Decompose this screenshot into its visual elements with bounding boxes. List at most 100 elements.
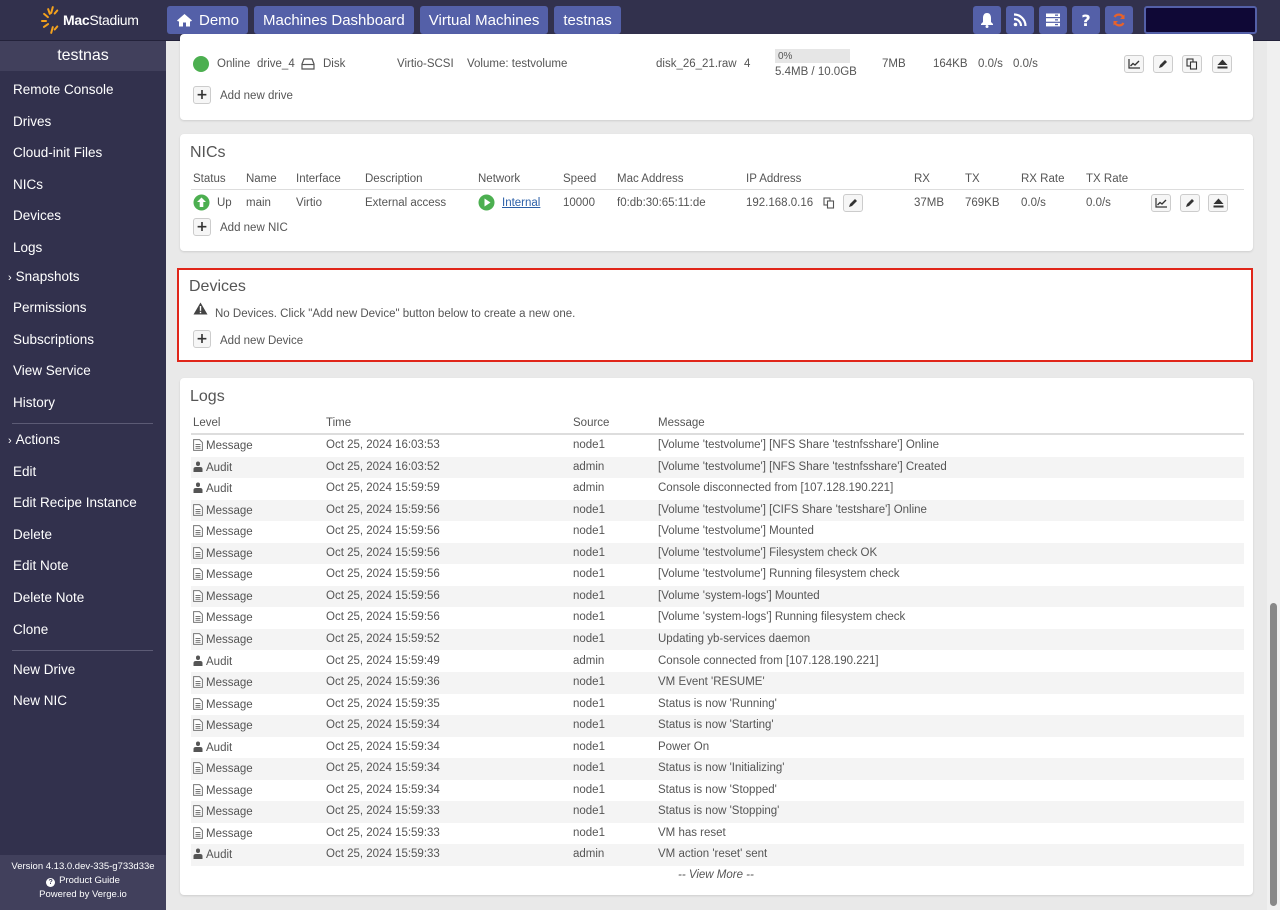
logo-sun-icon [41, 5, 62, 35]
nic-col-interface[interactable]: Interface [296, 173, 341, 185]
drive-write-rate: 0.0/s [1013, 58, 1038, 70]
nic-col-mac[interactable]: Mac Address [617, 173, 683, 185]
nic-interface: Virtio [296, 197, 322, 209]
macstadium-logo[interactable]: MacStadium [41, 5, 139, 35]
log-level-label: Message [206, 504, 253, 517]
log-message: [Volume 'testvolume'] [CIFS Share 'tests… [658, 503, 927, 516]
breadcrumb-machines-dashboard[interactable]: Machines Dashboard [254, 6, 414, 34]
log-source: node1 [573, 676, 605, 689]
log-message: [Volume 'testvolume'] [NFS Share 'testnf… [658, 439, 940, 451]
nic-col-tx-rate[interactable]: TX Rate [1086, 173, 1128, 185]
sidebar-action-edit-note[interactable]: Edit Note [13, 558, 69, 573]
nic-ip-edit-button[interactable] [843, 194, 863, 212]
drive-eject-button[interactable] [1212, 55, 1232, 73]
add-device-label[interactable]: Add new Device [220, 335, 303, 347]
sidebar-item-subscriptions[interactable]: Subscriptions [13, 332, 94, 347]
drive-clone-button[interactable] [1182, 55, 1202, 73]
refresh-button[interactable] [1105, 6, 1133, 34]
nic-col-tx[interactable]: TX [965, 173, 980, 185]
user-icon [193, 655, 203, 666]
drive-edit-button[interactable] [1153, 55, 1173, 73]
search-input[interactable] [1144, 6, 1257, 34]
log-level-label: Message [206, 720, 253, 733]
nic-col-rx[interactable]: RX [914, 173, 930, 185]
log-col-message[interactable]: Message [658, 417, 705, 429]
log-level-label: Audit [206, 483, 233, 496]
product-guide-link[interactable]: ? Product Guide [0, 874, 166, 888]
file-text-icon [193, 633, 203, 645]
log-level-label: Audit [206, 741, 233, 754]
add-nic-button[interactable]: + [193, 218, 211, 236]
drive-stats-button[interactable] [1124, 55, 1144, 73]
sidebar-item-cloud-init-files[interactable]: Cloud-init Files [13, 145, 102, 160]
view-more-link[interactable]: -- View More -- [678, 869, 754, 881]
file-text-icon [193, 503, 203, 516]
add-device-button[interactable]: + [193, 330, 211, 348]
sidebar-new-drive[interactable]: New Drive [13, 662, 75, 677]
breadcrumb-virtual-machines[interactable]: Virtual Machines [419, 6, 549, 34]
log-level: Message [193, 503, 253, 517]
nic-col-rx-rate[interactable]: RX Rate [1021, 173, 1064, 185]
nic-col-ip[interactable]: IP Address [746, 173, 801, 185]
log-col-source[interactable]: Source [573, 417, 609, 429]
sidebar-item-nics[interactable]: NICs [13, 177, 43, 192]
version-text: Version 4.13.0.dev-335-g733d33e [11, 861, 155, 872]
log-col-time[interactable]: Time [326, 417, 351, 429]
log-source: node1 [573, 805, 605, 818]
nic-col-network[interactable]: Network [478, 173, 520, 185]
copy-ip-icon[interactable] [823, 197, 835, 209]
sidebar-action-edit-recipe-instance[interactable]: Edit Recipe Instance [13, 495, 137, 510]
user-icon [193, 848, 203, 860]
sidebar-action-clone[interactable]: Clone [13, 622, 48, 637]
breadcrumb-demo[interactable]: Demo [167, 6, 249, 34]
log-level-label: Message [206, 633, 253, 646]
log-level-label: Message [206, 806, 253, 819]
nic-col-status[interactable]: Status [193, 173, 226, 185]
log-level-label: Message [206, 569, 253, 582]
server-list-button[interactable] [1039, 6, 1067, 34]
nic-network-link[interactable]: Internal [502, 197, 540, 209]
sidebar-item-history[interactable]: History [13, 395, 55, 410]
nic-col-description[interactable]: Description [365, 173, 423, 185]
file-text-icon [193, 546, 203, 559]
sidebar-new-nic[interactable]: New NIC [13, 693, 67, 708]
log-row: Message Oct 25, 2024 15:59:34 node1 Status … [191, 715, 1244, 737]
log-col-level[interactable]: Level [193, 417, 221, 429]
sidebar-item-remote-console[interactable]: Remote Console [13, 82, 114, 97]
log-time: Oct 25, 2024 15:59:33 [326, 805, 440, 818]
help-button[interactable]: ? [1072, 6, 1100, 34]
nic-col-speed[interactable]: Speed [563, 173, 596, 185]
sidebar-item-devices[interactable]: Devices [13, 208, 61, 223]
breadcrumb-testnas[interactable]: testnas [554, 6, 621, 34]
add-drive-label[interactable]: Add new drive [220, 90, 293, 102]
sidebar-item-permissions[interactable]: Permissions [13, 300, 87, 315]
log-level-label: Message [206, 440, 253, 452]
log-row: Audit Oct 25, 2024 15:59:59 admin Console d… [191, 478, 1244, 500]
sidebar-item-drives[interactable]: Drives [13, 114, 51, 129]
notifications-button[interactable] [973, 6, 1001, 34]
nic-col-name[interactable]: Name [246, 173, 277, 185]
scrollbar-thumb[interactable] [1270, 603, 1277, 906]
add-nic-label[interactable]: Add new NIC [220, 222, 288, 234]
log-time: Oct 25, 2024 15:59:49 [326, 654, 440, 667]
file-text-icon [193, 568, 203, 581]
nic-edit-button[interactable] [1180, 194, 1200, 212]
sidebar-action-delete[interactable]: Delete [13, 527, 52, 542]
sidebar-actions-toggle[interactable]: › Actions [8, 432, 60, 447]
page-scrollbar[interactable] [1267, 41, 1280, 910]
sidebar-action-delete-note[interactable]: Delete Note [13, 590, 84, 605]
log-row: Message Oct 25, 2024 15:59:56 node1 [Volume… [191, 585, 1244, 608]
sidebar-item-view-service[interactable]: View Service [13, 363, 91, 378]
log-message: [Volume 'system-logs'] Running filesyste… [658, 611, 906, 624]
nic-stats-button[interactable] [1151, 194, 1171, 212]
nic-eject-button[interactable] [1208, 194, 1228, 212]
feed-button[interactable] [1006, 6, 1034, 34]
sidebar-item-snapshots[interactable]: › Snapshots [8, 269, 79, 284]
log-row: Audit Oct 25, 2024 15:59:33 admin VM action… [191, 844, 1244, 866]
sidebar-action-edit[interactable]: Edit [13, 464, 36, 479]
log-source: node1 [573, 697, 605, 710]
add-drive-button[interactable]: + [193, 86, 211, 104]
sidebar-item-logs[interactable]: Logs [13, 240, 42, 255]
user-icon [193, 461, 203, 472]
breadcrumb: Demo Machines Dashboard Virtual Machines… [167, 6, 621, 34]
